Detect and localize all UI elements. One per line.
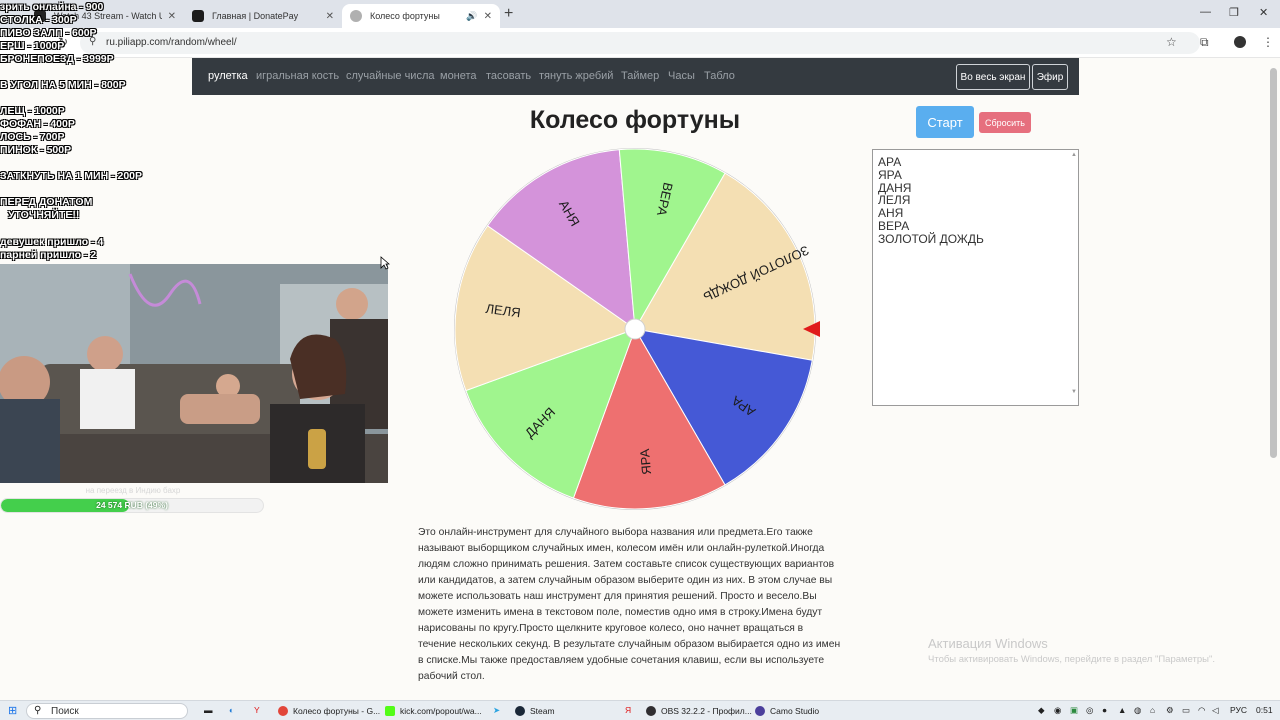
wheel-center-hub [624,318,646,340]
close-tab-icon[interactable]: ✕ [326,11,334,22]
close-tab-icon[interactable]: ✕ [168,11,176,22]
web-page: рулетка игральная кость случайные числа … [0,58,1280,700]
file-explorer-icon[interactable]: ▬ [204,705,213,715]
profile-avatar-icon[interactable] [1234,36,1246,48]
taskbar-app-kick[interactable]: kick.com/popout/wa... [385,703,482,719]
kick-icon [385,706,395,716]
site-navbar: рулетка игральная кость случайные числа … [192,58,1079,95]
taskbar-app-label: kick.com/popout/wa... [400,706,482,716]
tray-app-icon[interactable]: ◉ [1054,705,1061,716]
extensions-icon[interactable]: ⧉ [1200,35,1209,50]
chrome-icon [278,706,288,716]
site-info-icon[interactable]: ⚲ [89,36,96,47]
nav-link-clock[interactable]: Часы [668,70,695,82]
network-icon[interactable]: ▭ [1182,705,1190,716]
tab-favicon-icon [350,10,362,22]
forward-icon[interactable]: → [34,35,46,49]
address-bar: ← → ↻ ⚲ ru.piliapp.com/random/wheel/ ☆ ⧉… [0,28,1280,58]
taskbar-app-chrome[interactable]: Колесо фортуны - G... [278,703,380,719]
windows-start-icon[interactable]: ⊞ [8,704,17,717]
clock-time[interactable]: 0:51 [1256,705,1273,715]
names-textarea[interactable]: АРА ЯРА ДАНЯ ЛЕЛЯ АНЯ ВЕРА ЗОЛОТОЙ ДОЖДЬ… [872,149,1079,406]
yandex-icon[interactable]: Я [625,705,631,715]
nav-link-coin[interactable]: монета [440,70,477,82]
tray-app-icon[interactable]: ⚙ [1166,705,1174,716]
close-window-icon[interactable]: ✕ [1259,6,1268,19]
tab-favicon-icon [192,10,204,22]
restore-icon[interactable]: ❐ [1229,6,1239,19]
taskbar-app-obs[interactable]: OBS 32.2.2 - Профил... [646,703,752,719]
windows-taskbar: ⊞ ⚲ Поиск ▬ ◐ Y Колесо фортуны - G... ki… [0,700,1280,720]
tool-description: Это онлайн-инструмент для случайного выб… [418,527,841,682]
textarea-scrollbar[interactable]: ▲ ▼ [1070,150,1078,405]
fortune-wheel[interactable]: ЗОЛОТОЙ ДОЖДЬАРАЯРАДАНЯЛЕЛЯАНЯ ВЕРА [450,146,820,512]
taskbar-app-label: OBS 32.2.2 - Профил... [661,706,752,716]
yandex-browser-icon[interactable]: Y [254,705,260,715]
tray-app-icon[interactable]: ● [1102,705,1107,715]
new-tab-icon[interactable]: + [504,5,513,23]
bookmark-star-icon[interactable]: ☆ [1166,35,1177,49]
windows-activation-title: Активация Windows [928,636,1048,651]
tray-app-icon[interactable]: ▲ [1118,705,1126,715]
start-button[interactable]: Старт [916,106,974,138]
tab-wheel[interactable]: Колесо фортуны 🔊 ✕ [342,4,500,28]
tab-favicon-icon [34,10,46,22]
tab-title: Колесо фортуны [370,11,440,21]
nav-link-timer[interactable]: Таймер [621,70,659,82]
volume-icon[interactable]: ◁ [1212,705,1219,716]
tray-app-icon[interactable]: ◎ [1086,705,1093,716]
tab-title: Главная | DonatePay [212,11,299,21]
tray-app-icon[interactable]: ⌂ [1150,705,1155,715]
nav-link-roulette[interactable]: рулетка [208,70,248,82]
tray-app-icon[interactable]: ◍ [1134,705,1141,716]
edge-browser-icon[interactable]: ◐ [229,705,234,715]
tray-app-icon[interactable]: ▣ [1070,705,1078,716]
tray-app-icon[interactable]: ◆ [1038,705,1045,716]
minimize-icon[interactable]: — [1200,6,1211,18]
nav-link-scoreboard[interactable]: Табло [704,70,735,82]
nav-link-shuffle[interactable]: тасовать [486,70,531,82]
tab-watch-stream[interactable]: Watch 43 Stream - Watch Us ✕ [26,4,184,28]
search-icon: ⚲ [34,705,42,716]
nav-link-dice[interactable]: игральная кость [256,70,339,82]
back-icon[interactable]: ← [10,35,22,49]
wifi-icon[interactable]: ◠ [1198,705,1205,716]
menu-dots-icon[interactable]: ⋮ [1262,35,1274,49]
page-scrollbar-thumb[interactable] [1270,68,1277,458]
names-list-text: АРА ЯРА ДАНЯ ЛЕЛЯ АНЯ ВЕРА ЗОЛОТОЙ ДОЖДЬ [878,155,984,246]
taskbar-search-box[interactable]: ⚲ Поиск [26,703,188,719]
tab-title: Watch 43 Stream - Watch Us [54,11,162,21]
nav-link-draw-lots[interactable]: тянуть жребий [539,70,613,82]
steam-icon [515,706,525,716]
taskbar-search-placeholder: Поиск [51,706,79,717]
url-field[interactable]: ⚲ ru.piliapp.com/random/wheel/ ☆ [80,32,1200,54]
taskbar-app-label: Steam [530,706,555,716]
obs-icon [646,706,656,716]
telegram-icon[interactable]: ➤ [493,705,500,716]
windows-activation-hint: Чтобы активировать Windows, перейдите в … [928,654,1215,665]
input-language[interactable]: РУС [1230,705,1247,715]
url-text: ru.piliapp.com/random/wheel/ [106,37,237,48]
browser-tab-bar: Watch 43 Stream - Watch Us ✕ Главная | D… [0,0,1280,28]
fullscreen-button[interactable]: Во весь экран [956,64,1030,90]
taskbar-app-steam[interactable]: Steam [515,703,555,719]
audio-playing-icon[interactable]: 🔊 [466,11,477,22]
tab-donatepay[interactable]: Главная | DonatePay ✕ [184,4,342,28]
close-tab-icon[interactable]: ✕ [484,11,492,22]
taskbar-app-label: Camo Studio [770,706,820,716]
reset-button[interactable]: Сбросить [979,112,1031,133]
nav-link-random-numbers[interactable]: случайные числа [346,70,434,82]
taskbar-app-camo[interactable]: Camo Studio [755,703,819,719]
broadcast-button[interactable]: Эфир [1032,64,1068,90]
wheel-segment-label: ЯРА [637,448,654,475]
reload-icon[interactable]: ↻ [58,35,68,49]
mouse-cursor-icon [380,256,390,270]
camo-icon [755,706,765,716]
taskbar-app-label: Колесо фортуны - G... [293,706,381,716]
page-title: Колесо фортуны [529,106,741,134]
